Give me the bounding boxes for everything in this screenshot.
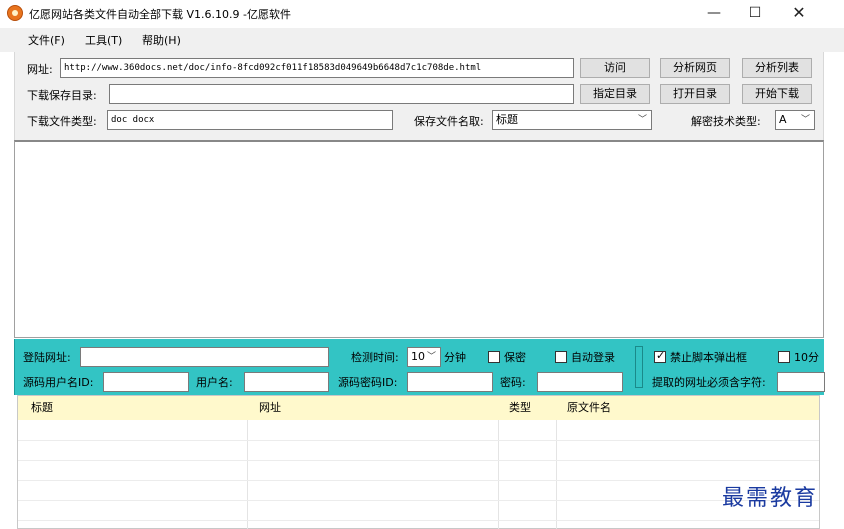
ten-checkbox[interactable] <box>778 351 790 363</box>
column-divider <box>498 420 499 529</box>
url-label: 网址: <box>27 63 53 76</box>
password-id-input[interactable] <box>407 372 493 392</box>
app-logo-icon <box>7 5 23 21</box>
table-header: 标题 网址 类型 原文件名 <box>18 396 819 420</box>
start-download-button[interactable]: 开始下载 <box>742 84 812 104</box>
interval-unit: 分钟 <box>444 351 466 364</box>
minimize-button[interactable]: — <box>699 2 729 24</box>
save-name-value: 标题 <box>496 113 518 126</box>
interval-label: 检测时间: <box>351 351 399 364</box>
password-id-label: 源码密码ID: <box>338 376 398 389</box>
url-input[interactable]: http://www.360docs.net/doc/info-8fcd092c… <box>60 58 574 78</box>
username-input[interactable] <box>244 372 329 392</box>
column-header-url[interactable]: 网址 <box>259 399 281 415</box>
ten-label: 10分 <box>794 351 819 364</box>
row-divider <box>18 520 819 521</box>
row-divider <box>18 500 819 501</box>
menu-tools[interactable]: 工具(T) <box>85 32 122 48</box>
row-divider <box>18 480 819 481</box>
visit-button[interactable]: 访问 <box>580 58 650 78</box>
row-divider <box>18 440 819 441</box>
close-button[interactable]: ✕ <box>784 2 814 24</box>
keep-secret-label: 保密 <box>504 351 526 364</box>
auto-login-checkbox[interactable] <box>555 351 567 363</box>
chevron-down-icon: ﹀ <box>426 352 436 362</box>
title-bar: 亿愿网站各类文件自动全部下载 V1.6.10.9 -亿愿软件 — ☐ ✕ <box>0 0 844 28</box>
chevron-down-icon: ﹀ <box>637 115 647 125</box>
user-id-label: 源码用户名ID: <box>23 376 94 389</box>
save-name-label: 保存文件名取: <box>414 115 484 128</box>
decrypt-label: 解密技术类型: <box>691 115 761 128</box>
login-panel: 登陆网址: 检测时间: 10 ﹀ 分钟 保密 自动登录 禁止脚本弹出框 10分 … <box>14 339 825 395</box>
menu-help[interactable]: 帮助(H) <box>142 32 181 48</box>
analyze-list-button[interactable]: 分析列表 <box>742 58 812 78</box>
log-area[interactable] <box>14 140 824 338</box>
block-popup-label: 禁止脚本弹出框 <box>670 351 747 364</box>
save-name-select[interactable]: 标题 ﹀ <box>492 110 652 130</box>
results-table[interactable]: 标题 网址 类型 原文件名 <box>17 395 820 529</box>
password-input[interactable] <box>537 372 623 392</box>
save-dir-input[interactable] <box>109 84 574 104</box>
toolbar-panel: 网址: http://www.360docs.net/doc/info-8fcd… <box>14 52 824 140</box>
auto-login-label: 自动登录 <box>571 351 615 364</box>
file-type-label: 下载文件类型: <box>27 115 97 128</box>
maximize-button[interactable]: ☐ <box>740 2 770 24</box>
menu-bar: 文件(F) 工具(T) 帮助(H) <box>0 28 844 52</box>
column-header-title[interactable]: 标题 <box>31 399 53 415</box>
login-url-label: 登陆网址: <box>23 351 71 364</box>
window-title: 亿愿网站各类文件自动全部下载 V1.6.10.9 -亿愿软件 <box>29 8 291 21</box>
username-label: 用户名: <box>196 376 233 389</box>
block-popup-checkbox[interactable] <box>654 349 666 363</box>
must-contain-input[interactable] <box>777 372 825 392</box>
must-contain-label: 提取的网址必须含字符: <box>652 376 766 389</box>
panel-separator <box>635 346 643 388</box>
choose-dir-button[interactable]: 指定目录 <box>580 84 650 104</box>
open-dir-button[interactable]: 打开目录 <box>660 84 730 104</box>
login-url-input[interactable] <box>80 347 329 367</box>
column-divider <box>247 420 248 529</box>
menu-file[interactable]: 文件(F) <box>28 32 65 48</box>
user-id-input[interactable] <box>103 372 189 392</box>
column-divider <box>556 420 557 529</box>
column-header-original-name[interactable]: 原文件名 <box>567 399 611 415</box>
interval-value: 10 <box>411 350 425 363</box>
watermark: 最需教育 <box>722 486 819 511</box>
decrypt-value: A <box>779 113 787 126</box>
interval-select[interactable]: 10 ﹀ <box>407 347 441 367</box>
password-label: 密码: <box>500 376 526 389</box>
keep-secret-checkbox[interactable] <box>488 351 500 363</box>
row-divider <box>18 460 819 461</box>
decrypt-select[interactable]: A ﹀ <box>775 110 815 130</box>
analyze-page-button[interactable]: 分析网页 <box>660 58 730 78</box>
chevron-down-icon: ﹀ <box>800 115 810 125</box>
save-dir-label: 下载保存目录: <box>27 89 97 102</box>
file-type-input[interactable]: doc docx <box>107 110 393 130</box>
column-header-type[interactable]: 类型 <box>509 399 531 415</box>
